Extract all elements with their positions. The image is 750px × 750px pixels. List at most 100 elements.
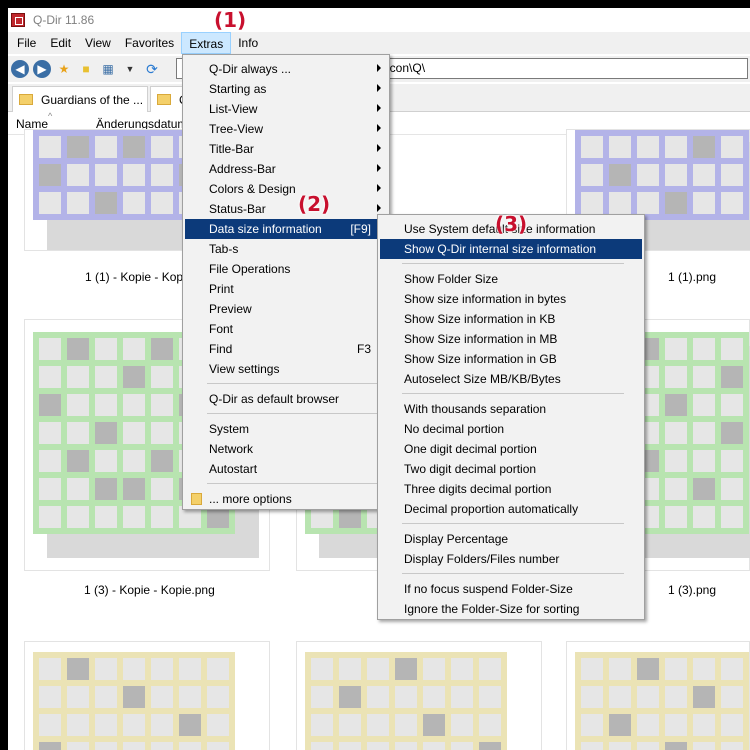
- grid-cell: [67, 714, 89, 736]
- extras-menu-item[interactable]: Address-Bar: [185, 159, 387, 179]
- file-caption[interactable]: 1 (3).png: [628, 583, 748, 597]
- size-menu-item[interactable]: Display Folders/Files number: [380, 549, 642, 569]
- menu-separator: [402, 573, 624, 574]
- thumbnail-tile[interactable]: [296, 641, 542, 750]
- view-mode-icon[interactable]: ▦: [99, 60, 117, 78]
- size-menu-item[interactable]: Decimal proportion automatically: [380, 499, 642, 519]
- size-menu-item[interactable]: If no focus suspend Folder-Size: [380, 579, 642, 599]
- size-menu-item[interactable]: Show Q-Dir internal size information: [380, 239, 642, 259]
- extras-menu-item[interactable]: Q-Dir always ...: [185, 59, 387, 79]
- menu-item-shortcut: [F9]: [350, 222, 371, 236]
- size-menu-item[interactable]: No decimal portion: [380, 419, 642, 439]
- grid-cell: [637, 136, 659, 158]
- extras-menu-item[interactable]: Status-Bar: [185, 199, 387, 219]
- grid-cell: [95, 394, 117, 416]
- grid-cell: [665, 394, 687, 416]
- size-menu-item[interactable]: Show Size information in KB: [380, 309, 642, 329]
- grid-cell: [721, 338, 743, 360]
- thumbnail-tile[interactable]: [24, 641, 270, 750]
- extras-menu-item[interactable]: ... more options: [185, 489, 387, 509]
- size-menu-item[interactable]: Show Size information in GB: [380, 349, 642, 369]
- extras-menu-item[interactable]: System: [185, 419, 387, 439]
- extras-menu-item[interactable]: List-View: [185, 99, 387, 119]
- size-menu-item[interactable]: Ignore the Folder-Size for sorting: [380, 599, 642, 619]
- menu-favorites[interactable]: Favorites: [118, 32, 181, 54]
- extras-menu-item[interactable]: Title-Bar: [185, 139, 387, 159]
- grid-cell: [721, 136, 743, 158]
- thumbnail-tile[interactable]: [566, 641, 750, 750]
- up-folder-icon[interactable]: ★: [55, 60, 73, 78]
- grid-cell: [609, 742, 631, 750]
- extras-menu-item[interactable]: Colors & Design: [185, 179, 387, 199]
- menu-file[interactable]: File: [10, 32, 43, 54]
- size-menu-item[interactable]: With thousands separation: [380, 399, 642, 419]
- forward-arrow-icon[interactable]: ▶: [33, 60, 51, 78]
- refresh-icon[interactable]: ⟳: [143, 60, 161, 78]
- grid-cell: [311, 742, 333, 750]
- grid-cell: [721, 478, 743, 500]
- size-menu-item[interactable]: Show Folder Size: [380, 269, 642, 289]
- extras-menu-item[interactable]: Tree-View: [185, 119, 387, 139]
- menu-item-label: Starting as: [209, 82, 267, 96]
- menu-item-label: List-View: [209, 102, 258, 116]
- menu-item-label: Ignore the Folder-Size for sorting: [404, 602, 580, 616]
- file-caption[interactable]: 1 (3) - Kopie - Kopie.png: [68, 583, 268, 597]
- menu-item-label: File Operations: [209, 262, 291, 276]
- grid-cell: [721, 422, 743, 444]
- grid-cell: [395, 686, 417, 708]
- menu-info[interactable]: Info: [231, 32, 265, 54]
- menu-view[interactable]: View: [78, 32, 118, 54]
- grid-cell: [67, 366, 89, 388]
- grid-cell: [95, 450, 117, 472]
- grid-cell: [123, 394, 145, 416]
- extras-menu-item[interactable]: Tab-s: [185, 239, 387, 259]
- menu-item-label: Title-Bar: [209, 142, 254, 156]
- extras-menu-item[interactable]: Q-Dir as default browser: [185, 389, 387, 409]
- size-menu-item[interactable]: Show Size information in MB: [380, 329, 642, 349]
- submenu-arrow-icon: [377, 124, 381, 132]
- extras-menu-item[interactable]: Print: [185, 279, 387, 299]
- new-folder-icon[interactable]: ■: [77, 60, 95, 78]
- size-menu-item[interactable]: Show size information in bytes: [380, 289, 642, 309]
- size-menu-item[interactable]: Two digit decimal portion: [380, 459, 642, 479]
- grid-cell: [609, 658, 631, 680]
- file-caption[interactable]: 1 (1).png: [628, 270, 748, 284]
- grid-cell: [451, 714, 473, 736]
- menu-edit[interactable]: Edit: [43, 32, 78, 54]
- grid-cell: [67, 394, 89, 416]
- grid-cell: [693, 136, 715, 158]
- menu-item-label: Data size information: [209, 222, 322, 236]
- extras-menu-item[interactable]: View settings: [185, 359, 387, 379]
- grid-cell: [39, 742, 61, 750]
- extras-menu-item[interactable]: Starting as: [185, 79, 387, 99]
- size-menu-item[interactable]: Three digits decimal portion: [380, 479, 642, 499]
- extras-menu-item[interactable]: Font: [185, 319, 387, 339]
- extras-menu-item[interactable]: Preview: [185, 299, 387, 319]
- size-menu-item[interactable]: Autoselect Size MB/KB/Bytes: [380, 369, 642, 389]
- grid-cell: [39, 478, 61, 500]
- tab-label: Guardians of the ...: [41, 92, 144, 107]
- menu-item-label: Address-Bar: [209, 162, 276, 176]
- extras-menu-item[interactable]: File Operations: [185, 259, 387, 279]
- grid-cell: [39, 506, 61, 528]
- extras-menu-item[interactable]: Autostart: [185, 459, 387, 479]
- dropdown-icon[interactable]: ▼: [121, 60, 139, 78]
- grid-cell: [693, 338, 715, 360]
- grid-cell: [95, 506, 117, 528]
- step-badge-3: (3): [495, 212, 528, 236]
- grid-cell: [67, 338, 89, 360]
- tab-guardians[interactable]: Guardians of the ...: [12, 86, 148, 112]
- extras-menu-item[interactable]: Find F3: [185, 339, 387, 359]
- menu-item-label: Two digit decimal portion: [404, 462, 537, 476]
- menu-extras[interactable]: Extras: [181, 32, 232, 54]
- grid-cell: [693, 658, 715, 680]
- grid-cell: [581, 714, 603, 736]
- size-menu-item[interactable]: Display Percentage: [380, 529, 642, 549]
- menu-separator: [207, 413, 383, 414]
- extras-menu-item[interactable]: Network: [185, 439, 387, 459]
- back-arrow-icon[interactable]: ◀: [11, 60, 29, 78]
- extras-menu-item[interactable]: Data size information [F9]: [185, 219, 387, 239]
- menu-item-label: Tab-s: [209, 242, 239, 256]
- menu-bar: File Edit View Favorites Extras Info: [8, 32, 750, 54]
- size-menu-item[interactable]: One digit decimal portion: [380, 439, 642, 459]
